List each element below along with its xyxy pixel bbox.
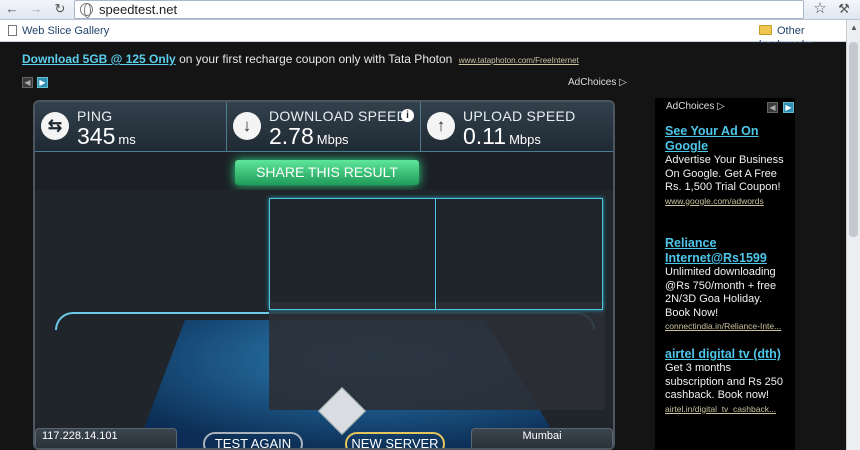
download-value-wrap: 2.78 Mbps (269, 123, 349, 150)
ping-unit: ms (118, 132, 136, 147)
graph-divider (435, 198, 436, 310)
url-text: speedtest.net (99, 2, 178, 17)
side-ad-url[interactable]: airtel.in/digital_tv_cashback... (665, 403, 790, 417)
side-ad-title[interactable]: See Your Ad On Google (665, 124, 790, 154)
adchoices-icon: ▷ (619, 77, 627, 88)
download-arrow-icon: ↓ (233, 112, 261, 140)
adchoices-side-icon: ▷ (717, 101, 725, 112)
side-ad-prev-icon[interactable]: ◀ (767, 102, 778, 113)
forward-arrow-icon[interactable]: → (28, 1, 44, 17)
adchoices-side-label: AdChoices (666, 101, 715, 112)
bookmark-label: Web Slice Gallery (22, 25, 110, 37)
top-ad-text: on your first recharge coupon only with … (175, 52, 453, 66)
side-ad-body: Unlimited downloading @Rs 750/month + fr… (665, 266, 777, 319)
ip-address: 117.228.14.101 (42, 430, 118, 442)
upload-unit: Mbps (509, 132, 541, 147)
new-server-button[interactable]: NEW SERVER (345, 432, 445, 448)
side-ad-2: Reliance Internet@Rs1599 Unlimited downl… (665, 236, 790, 334)
side-ad-3: airtel digital tv (dth) Get 3 months sub… (665, 347, 790, 416)
upload-stat: ↑ UPLOAD SPEED 0.11 Mbps (421, 102, 613, 152)
download-unit: Mbps (316, 132, 349, 147)
vertical-scrollbar[interactable]: ▲ (846, 20, 860, 450)
top-ad-url[interactable]: www.tataphoton.com/FreeInternet (459, 56, 579, 65)
back-arrow-icon[interactable]: ← (4, 1, 20, 17)
server-box: Mumbai (471, 428, 613, 448)
upload-value: 0.11 (463, 123, 507, 149)
side-ad-title[interactable]: airtel digital tv (dth) (665, 347, 790, 362)
download-label: DOWNLOAD SPEED (269, 108, 407, 124)
download-value: 2.78 (269, 123, 314, 149)
top-ad: Download 5GB @ 125 Only on your first re… (22, 52, 579, 66)
star-icon[interactable]: ☆ (812, 1, 828, 17)
download-stat: ↓ DOWNLOAD SPEED 2.78 Mbps i (227, 102, 421, 152)
upload-label: UPLOAD SPEED (463, 108, 576, 124)
side-ad-title[interactable]: Reliance Internet@Rs1599 (665, 236, 790, 266)
side-ad-next-icon[interactable]: ▶ (783, 102, 794, 113)
adchoices-top[interactable]: AdChoices ▷ (568, 77, 627, 88)
ad-prev-icon[interactable]: ◀ (22, 77, 33, 88)
test-again-button[interactable]: TEST AGAIN (203, 432, 303, 448)
upload-value-wrap: 0.11 Mbps (463, 123, 541, 150)
reload-icon[interactable]: ↻ (52, 1, 68, 17)
address-bar[interactable]: speedtest.net (74, 0, 804, 19)
browser-toolbar: ← → ↻ speedtest.net ☆ ⚒ (0, 0, 860, 20)
ping-value-wrap: 345 ms (77, 123, 136, 150)
share-result-button[interactable]: SHARE THIS RESULT (235, 160, 419, 185)
ping-icon: ⇆ (41, 112, 69, 140)
ping-label: PING (77, 108, 113, 124)
upload-arrow-icon: ↑ (427, 112, 455, 140)
ip-box: 117.228.14.101 (35, 428, 177, 448)
wrench-icon[interactable]: ⚒ (836, 1, 852, 17)
server-city: Mumbai (522, 430, 562, 442)
speedtest-widget: ⇆ PING 345 ms ↓ DOWNLOAD SPEED 2.78 Mbps i… (33, 100, 615, 450)
result-overlay (269, 302, 605, 410)
ping-value: 345 (77, 123, 116, 149)
folder-icon (759, 25, 772, 35)
side-ad-body: Advertise Your Business On Google. Get A… (665, 154, 784, 194)
graph-panel (269, 198, 603, 310)
scroll-thumb[interactable] (849, 42, 858, 237)
top-ad-link[interactable]: Download 5GB @ 125 Only (22, 52, 176, 66)
other-bookmarks[interactable]: Other bookmarks (759, 24, 860, 51)
side-ad-url[interactable]: connectindia.in/Reliance-Inte... (665, 320, 790, 334)
info-icon[interactable]: i (401, 109, 414, 122)
scroll-up-icon[interactable]: ▲ (850, 23, 858, 32)
ping-stat: ⇆ PING 345 ms (35, 102, 227, 152)
side-ad-body: Get 3 months subscription and Rs 250 cas… (665, 362, 784, 402)
adchoices-label: AdChoices (568, 77, 617, 88)
bookmarks-bar: Web Slice Gallery Other bookmarks (0, 20, 860, 51)
ad-next-icon[interactable]: ▶ (37, 77, 48, 88)
page-icon (8, 25, 17, 36)
adchoices-side[interactable]: AdChoices ▷ (666, 101, 725, 112)
side-ad-1: See Your Ad On Google Advertise Your Bus… (665, 124, 790, 208)
side-ad-url[interactable]: www.google.com/adwords (665, 195, 790, 209)
bookmark-web-slice-gallery[interactable]: Web Slice Gallery (8, 24, 109, 38)
stats-bar: ⇆ PING 345 ms ↓ DOWNLOAD SPEED 2.78 Mbps i… (35, 102, 613, 152)
globe-icon (80, 3, 93, 18)
